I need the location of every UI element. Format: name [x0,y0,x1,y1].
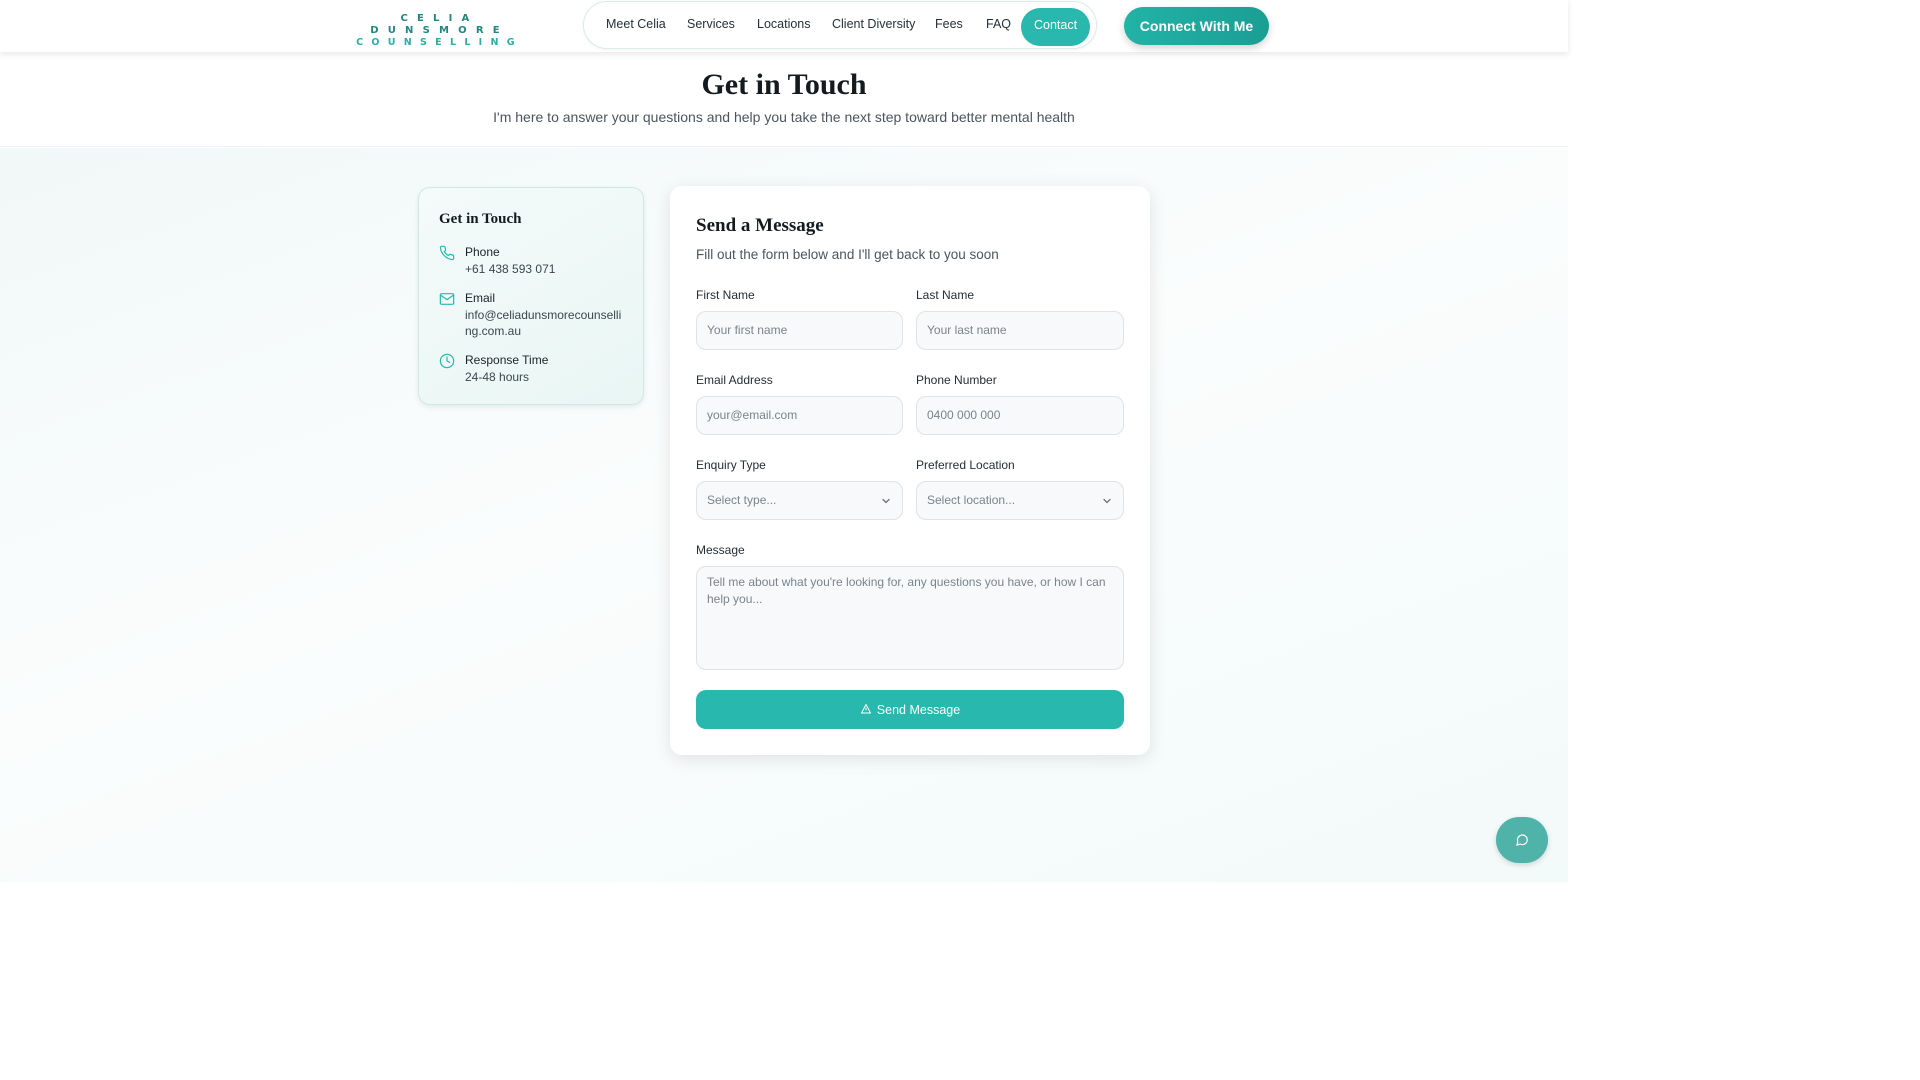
contact-response-value: 24-48 hours [465,370,530,384]
enquiry-type-label: Enquiry Type [696,458,766,472]
preferred-location-selected: Select location... [927,493,1016,507]
phone-input[interactable]: 0400 000 000 [916,396,1124,435]
last-name-label: Last Name [916,288,975,302]
contact-card-title: Get in Touch [439,211,522,227]
nav-item-faq[interactable]: FAQ [986,17,1011,31]
nav-item-fees[interactable]: Fees [935,17,963,31]
last-name-input[interactable]: Your last name [916,311,1124,350]
enquiry-type-select[interactable]: Select type... [696,481,903,520]
send-message-button[interactable]: Send Message [696,690,1124,729]
send-icon [860,703,871,713]
contact-info-card: Get in Touch Phone +61 438 593 071 Email… [418,187,644,405]
brand-name-line2: COUNSELLING [356,37,523,48]
nav-item-contact[interactable]: Contact [1021,8,1091,46]
connect-with-me-button[interactable]: Connect With Me [1124,7,1269,45]
nav-item-locations[interactable]: Locations [757,17,811,31]
email-input[interactable]: your@email.com [696,396,903,435]
site-header: CELIA DUNSMORE COUNSELLING Meet Celia Se… [0,0,1568,52]
first-name-label: First Name [696,288,755,302]
contact-section: Get in Touch Phone +61 438 593 071 Email… [0,148,1568,882]
page-hero: Get in Touch I'm here to answer your que… [0,52,1568,147]
message-label: Message [696,543,745,557]
preferred-location-select[interactable]: Select location... [916,481,1124,520]
main-nav: Meet Celia Services Locations Client Div… [583,1,1097,49]
send-message-label: Send Message [876,702,961,717]
contact-email-value[interactable]: info@celiadunsmorecounselling.com.au [465,307,625,339]
first-name-input[interactable]: Your first name [696,311,903,350]
chat-bubble-icon [1516,834,1528,846]
phone-label: Phone Number [916,373,997,387]
email-label: Email Address [696,373,773,387]
contact-response-label: Response Time [465,353,549,367]
preferred-location-label: Preferred Location [916,458,1015,472]
page-title: Get in Touch [701,68,867,101]
mail-icon [439,293,455,305]
chat-launcher-button[interactable] [1496,817,1548,863]
message-textarea[interactable]: Tell me about what you're looking for, a… [696,566,1124,670]
nav-item-services[interactable]: Services [687,17,735,31]
contact-phone-label: Phone [465,245,500,259]
chevron-down-icon [882,498,890,504]
page-subtitle: I'm here to answer your questions and he… [493,109,1075,125]
phone-icon [439,245,455,261]
brand-logo[interactable]: CELIA DUNSMORE COUNSELLING [337,13,542,49]
brand-name-line1: CELIA DUNSMORE [370,13,509,36]
contact-phone-value[interactable]: +61 438 593 071 [465,261,625,277]
form-title: Send a Message [696,215,824,236]
clock-icon [439,353,455,369]
enquiry-type-selected: Select type... [707,493,777,507]
chevron-down-icon [1103,498,1111,504]
form-subtitle: Fill out the form below and I'll get bac… [696,247,999,262]
nav-item-meet-celia[interactable]: Meet Celia [606,17,666,31]
message-form-card: Send a Message Fill out the form below a… [670,186,1150,755]
contact-email-label: Email [465,291,496,305]
nav-item-client-diversity[interactable]: Client Diversity [832,17,915,31]
